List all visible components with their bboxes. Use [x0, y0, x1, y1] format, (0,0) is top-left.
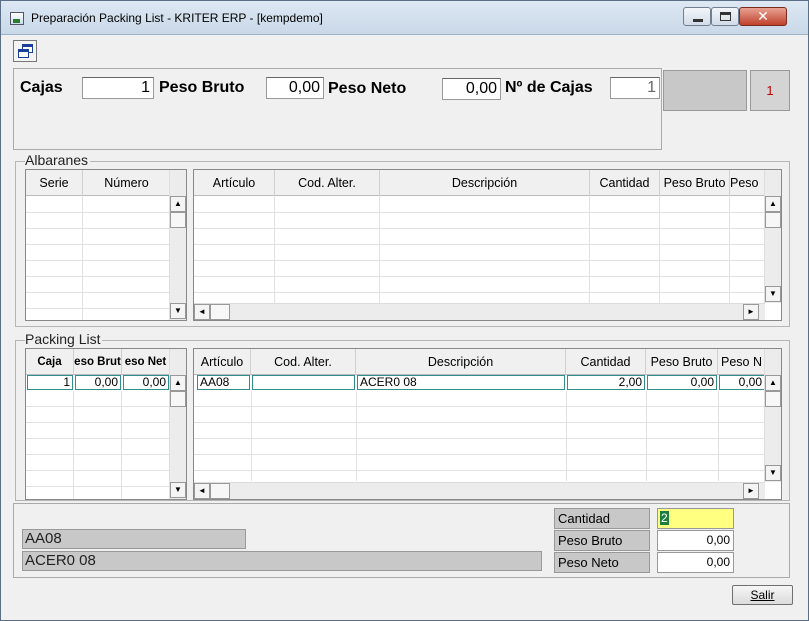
box-peso-neto-cell[interactable]: 0,00 [123, 375, 169, 390]
main-window: Preparación Packing List - KRITER ERP - … [0, 0, 809, 621]
close-button[interactable]: ✕ [739, 7, 787, 26]
scroll-right-icon[interactable]: ► [743, 304, 759, 320]
col-peso-bruto[interactable]: Peso Bruto [646, 349, 718, 375]
cajas-label: Cajas [20, 79, 63, 96]
line-peso-neto-cell[interactable]: 0,00 [719, 375, 765, 390]
line-cantidad-cell[interactable]: 2,00 [567, 375, 645, 390]
box-peso-bruto-cell[interactable]: 0,00 [75, 375, 121, 390]
num-cajas-field[interactable]: 1 [610, 77, 660, 99]
selected-articulo: AA08 [22, 529, 246, 549]
packing-lines-hscroll[interactable]: ◄ ► [194, 482, 765, 499]
scroll-thumb[interactable] [765, 212, 781, 228]
scroll-down-icon[interactable]: ▼ [170, 482, 186, 498]
peso-bruto-input[interactable]: 0,00 [657, 530, 734, 551]
num-cajas-label: Nº de Cajas [505, 79, 593, 96]
close-icon: ✕ [757, 8, 769, 24]
col-articulo[interactable]: Artículo [194, 170, 275, 196]
title-bar[interactable]: Preparación Packing List - KRITER ERP - … [1, 1, 808, 35]
peso-bruto-field[interactable]: 0,00 [266, 77, 324, 99]
cantidad-label: Cantidad [554, 508, 650, 529]
cantidad-input[interactable]: 2 [657, 508, 734, 529]
window-title: Preparación Packing List - KRITER ERP - … [31, 11, 323, 25]
albaranes-vscroll[interactable]: ▲ ▼ [169, 170, 186, 320]
info-box [663, 70, 747, 111]
line-descripcion-cell[interactable]: ACER0 08 [357, 375, 565, 390]
col-cantidad[interactable]: Cantidad [566, 349, 646, 375]
peso-neto-input[interactable]: 0,00 [657, 552, 734, 573]
scroll-left-icon[interactable]: ◄ [194, 304, 210, 320]
minimize-icon [693, 19, 703, 22]
scroll-down-icon[interactable]: ▼ [765, 465, 781, 481]
scroll-right-icon[interactable]: ► [743, 483, 759, 499]
windows-icon-front [18, 49, 29, 58]
scroll-up-icon[interactable]: ▲ [765, 196, 781, 212]
albaranes-grid[interactable]: Serie Número ▲ ▼ [25, 169, 187, 321]
col-peso-bruto[interactable]: Peso Bruto [660, 170, 730, 196]
scroll-up-icon[interactable]: ▲ [170, 196, 186, 212]
col-peso-neto[interactable]: eso Net [122, 349, 170, 375]
col-peso-neto[interactable]: Peso N [718, 349, 768, 375]
col-cod-alter[interactable]: Cod. Alter. [251, 349, 356, 375]
app-icon [10, 12, 24, 25]
packing-boxes-grid[interactable]: Caja eso Brut eso Net 1 0,00 0,00 ▲ ▼ [25, 348, 187, 500]
scroll-down-icon[interactable]: ▼ [170, 303, 186, 319]
col-numero[interactable]: Número [83, 170, 171, 196]
packing-lines-grid[interactable]: Artículo Cod. Alter. Descripción Cantida… [193, 348, 782, 500]
cantidad-value: 2 [660, 511, 669, 525]
packing-label: Packing List [25, 331, 103, 347]
maximize-icon [720, 12, 731, 21]
albaranes-lines-grid[interactable]: Artículo Cod. Alter. Descripción Cantida… [193, 169, 782, 321]
line-cod-alter-cell[interactable] [252, 375, 355, 390]
line-peso-bruto-cell[interactable]: 0,00 [647, 375, 717, 390]
col-descripcion[interactable]: Descripción [356, 349, 566, 375]
peso-neto-label: Peso Neto [328, 80, 407, 97]
col-descripcion[interactable]: Descripción [380, 170, 590, 196]
peso-neto-field[interactable]: 0,00 [442, 78, 501, 100]
packing-boxes-vscroll[interactable]: ▲ ▼ [169, 349, 186, 499]
maximize-button[interactable] [711, 7, 739, 26]
cascade-windows-button[interactable] [13, 40, 37, 62]
peso-neto-label: Peso Neto [554, 552, 650, 573]
col-caja[interactable]: Caja [26, 349, 74, 375]
line-articulo-cell[interactable]: AA08 [197, 375, 250, 390]
col-cod-alter[interactable]: Cod. Alter. [275, 170, 380, 196]
albaranes-label: Albaranes [25, 152, 91, 168]
packing-lines-vscroll[interactable]: ▲ ▼ [764, 349, 781, 482]
albaranes-lines-vscroll[interactable]: ▲ ▼ [764, 170, 781, 303]
col-cantidad[interactable]: Cantidad [590, 170, 660, 196]
scroll-left-icon[interactable]: ◄ [194, 483, 210, 499]
page-counter: 1 [750, 70, 790, 111]
scroll-down-icon[interactable]: ▼ [765, 286, 781, 302]
scroll-thumb[interactable] [170, 212, 186, 228]
selected-descripcion: ACER0 08 [22, 551, 542, 571]
peso-bruto-label: Peso Bruto [159, 79, 245, 96]
scroll-thumb[interactable] [170, 391, 186, 407]
minimize-button[interactable] [683, 7, 711, 26]
cajas-field[interactable]: 1 [82, 77, 154, 99]
col-articulo[interactable]: Artículo [194, 349, 251, 375]
col-serie[interactable]: Serie [26, 170, 83, 196]
scroll-thumb[interactable] [210, 304, 230, 320]
scroll-thumb[interactable] [765, 391, 781, 407]
peso-bruto-label: Peso Bruto [554, 530, 650, 551]
col-peso-bruto[interactable]: eso Brut [74, 349, 122, 375]
scroll-up-icon[interactable]: ▲ [765, 375, 781, 391]
box-caja-cell[interactable]: 1 [27, 375, 73, 390]
salir-button[interactable]: Salir [732, 585, 793, 605]
scroll-thumb[interactable] [210, 483, 230, 499]
scroll-up-icon[interactable]: ▲ [170, 375, 186, 391]
albaranes-lines-hscroll[interactable]: ◄ ► [194, 303, 765, 320]
